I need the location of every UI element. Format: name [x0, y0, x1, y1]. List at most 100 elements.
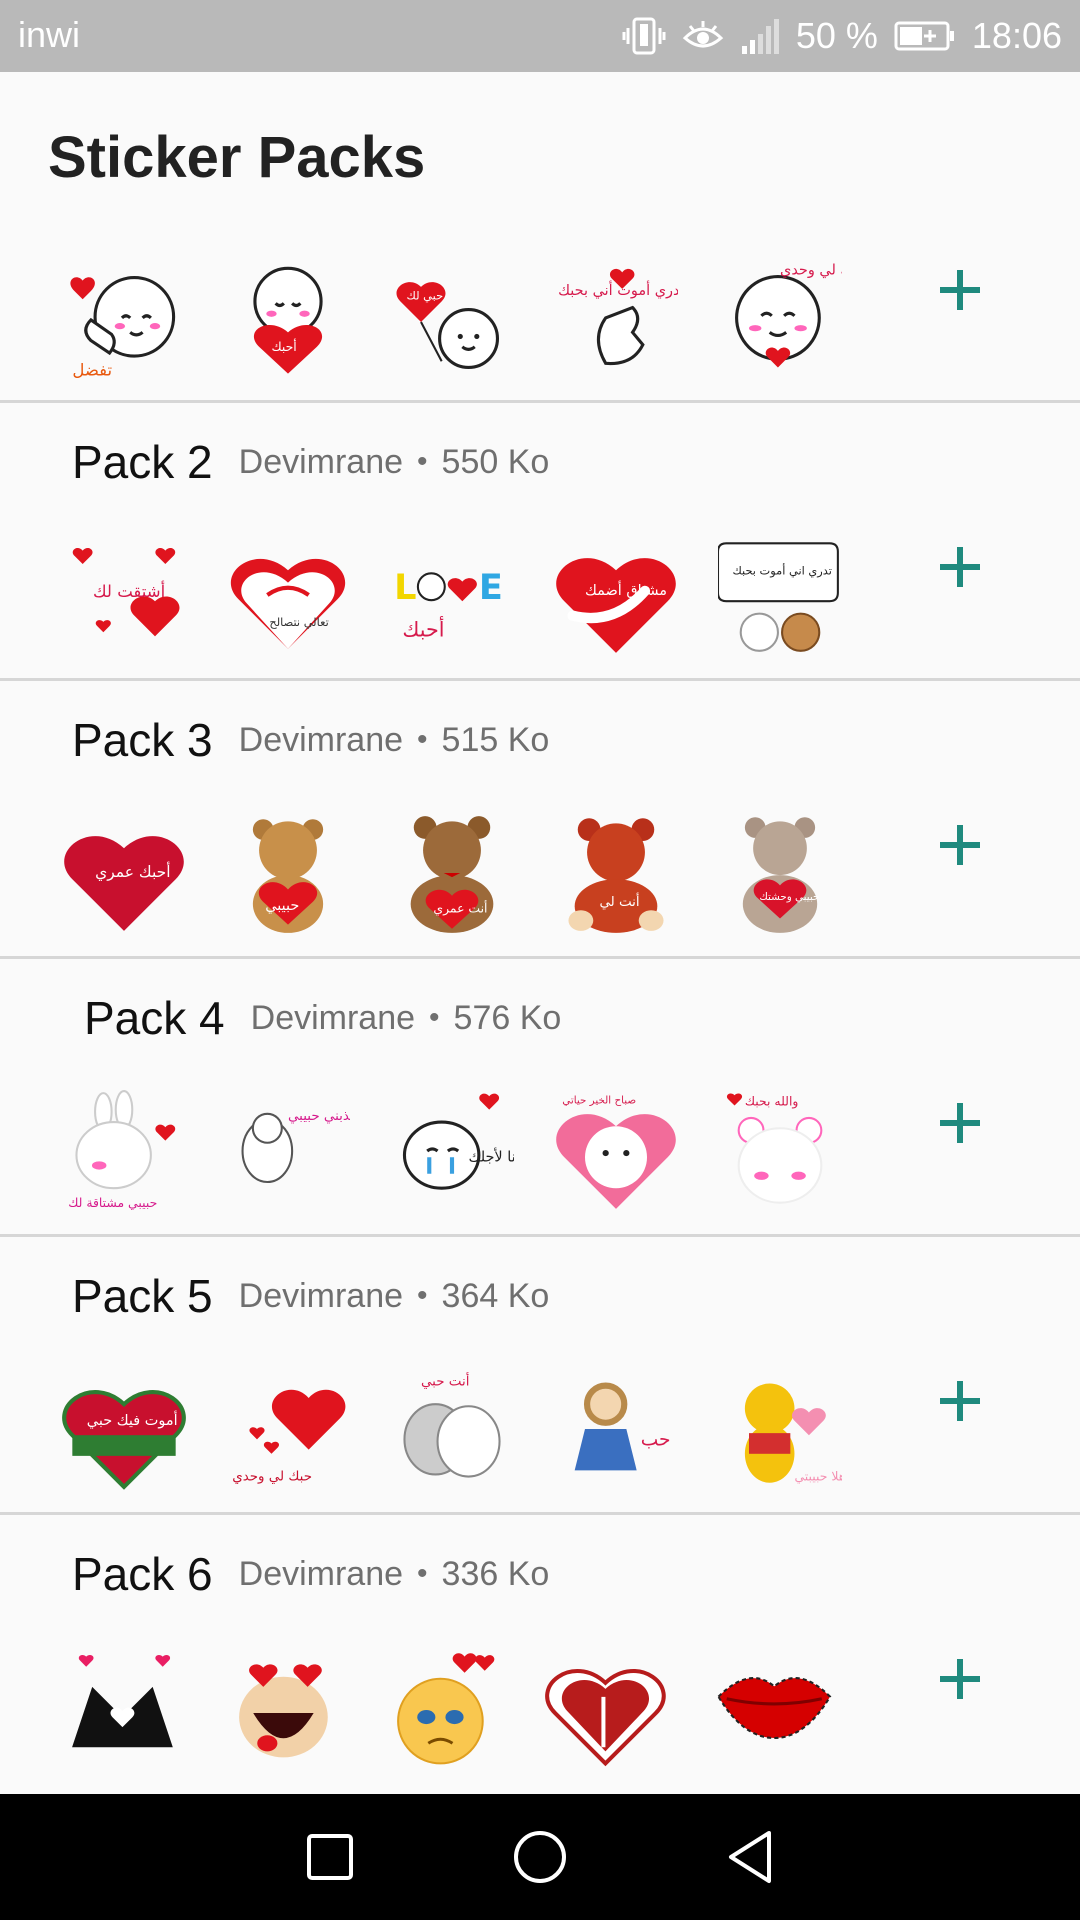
- svg-text:أنت لي: أنت لي: [599, 892, 639, 910]
- add-to-whatsapp-button[interactable]: [920, 1639, 1000, 1719]
- pack-name: Pack 4: [84, 992, 225, 1044]
- bears-speech-bubble-sticker: تدري اني أموت بحبك: [718, 542, 839, 652]
- pack-size: 336 Ko: [441, 1554, 550, 1593]
- pinky-promise-heart-sticker: تعالي نتصالح: [230, 558, 346, 649]
- pooh-heart-sticker: أهلا حبيبتي: [744, 1383, 842, 1484]
- pack-header: Pack 4 Devimrane • 576 Ko: [84, 983, 561, 1053]
- separator-dot: •: [417, 1557, 428, 1590]
- pack-author: Devimrane: [238, 442, 404, 481]
- svg-text:حبي لك: حبي لك: [407, 288, 444, 302]
- add-to-whatsapp-button[interactable]: [920, 527, 1000, 607]
- svg-text:أنت عمري: أنت عمري: [433, 899, 487, 916]
- separator-dot: •: [429, 1001, 440, 1034]
- hands-heart-sticker: [72, 1654, 173, 1748]
- svg-text:أحبك: أحبك: [271, 338, 296, 354]
- back-icon: [729, 1831, 771, 1883]
- bunny-kiss-sticker: حبيبي مشتاقة لك: [68, 1090, 176, 1210]
- heart-eyes-face-sticker: [238, 1664, 328, 1758]
- add-to-whatsapp-button[interactable]: [920, 1083, 1000, 1163]
- pack-size: 550 Ko: [441, 442, 550, 481]
- pack-author: Devimrane: [238, 1554, 404, 1593]
- svg-text:وأنا لأجلك: وأنا لأجلك: [469, 1146, 514, 1165]
- svg-text:تدري اني أموت بحبك: تدري اني أموت بحبك: [732, 562, 831, 578]
- divider: [0, 1512, 1080, 1515]
- svg-text:حبك لي وحدي: حبك لي وحدي: [232, 1470, 312, 1485]
- pack-header: Pack 5 Devimrane • 364 Ko: [72, 1261, 549, 1331]
- sticker-row: [62, 1645, 842, 1769]
- love-text-sticker: L E أحبك: [394, 567, 503, 641]
- hug-heart-sticker: مشتاق أضمك: [556, 558, 676, 653]
- svg-text:أحبك عمري: أحبك عمري: [95, 861, 170, 882]
- separator-dot: •: [417, 723, 428, 756]
- plus-icon: [940, 1103, 980, 1143]
- plus-icon: [940, 1381, 980, 1421]
- big-red-heart-sticker: حبك لي وحدي: [232, 1389, 346, 1485]
- finger-heart-sticker: تدري أموت أني بحبك: [558, 268, 678, 366]
- plus-icon: [940, 547, 980, 587]
- carrier-name: inwi: [18, 14, 81, 55]
- recents-button[interactable]: [300, 1827, 360, 1887]
- pack-name: Pack 6: [72, 1548, 213, 1600]
- svg-text:حبيبي مشتاقة لك: حبيبي مشتاقة لك: [68, 1195, 157, 1210]
- back-button[interactable]: [720, 1827, 780, 1887]
- divider: [0, 1234, 1080, 1237]
- red-teddy-sticker: أنت لي: [568, 818, 664, 933]
- add-to-whatsapp-button[interactable]: [920, 250, 1000, 330]
- teddy-heart-sticker: حبيبي: [252, 819, 324, 933]
- svg-text:أهلا حبيبتي: أهلا حبيبتي: [794, 1468, 842, 1484]
- home-icon: [514, 1831, 566, 1883]
- plus-icon: [940, 270, 980, 310]
- cats-hug-sticker: أنت حبي: [403, 1372, 501, 1478]
- svg-text:تفضل: تفضل: [72, 361, 112, 380]
- home-button[interactable]: [510, 1827, 570, 1887]
- sticker-row: أحبك عمري حبيبي أنت عمري أنت لي حبيبي وح…: [62, 811, 842, 935]
- signal-icon: [740, 16, 780, 56]
- shy-heart-sticker: حبك لي وحدي: [735, 262, 842, 368]
- crying-emoji-sticker: [396, 1653, 495, 1765]
- clock: 18:06: [971, 15, 1062, 56]
- cute-bear-sticker: والله بحبك: [726, 1093, 823, 1204]
- pack-header: Pack 2 Devimrane • 550 Ko: [72, 427, 549, 497]
- svg-text:والله بحبك: والله بحبك: [745, 1094, 799, 1110]
- svg-text:أشتقت لك: أشتقت لك: [93, 580, 165, 601]
- svg-text:صباح الخير حياتي: صباح الخير حياتي: [562, 1094, 636, 1106]
- thumbs-up-heart-sticker: تفضل: [70, 276, 176, 380]
- add-to-whatsapp-button[interactable]: [920, 1361, 1000, 1441]
- svg-text:أحبك: أحبك: [402, 615, 444, 641]
- red-lips-sticker: [716, 1677, 831, 1740]
- divider: [0, 400, 1080, 403]
- navigation-bar: [0, 1794, 1080, 1920]
- pack-header: Pack 6 Devimrane • 336 Ko: [72, 1539, 549, 1609]
- crying-blob-sticker: وأنا لأجلك: [402, 1093, 514, 1190]
- separator-dot: •: [417, 1279, 428, 1312]
- vibrate-icon: [622, 16, 666, 56]
- plus-icon: [940, 825, 980, 865]
- add-to-whatsapp-button[interactable]: [920, 805, 1000, 885]
- divider: [0, 956, 1080, 959]
- girl-flowers-sticker: حب: [574, 1382, 671, 1471]
- sticker-row: أشتقت لك تعالي نتصالح L E أحبك مشتاق أضم…: [62, 533, 842, 657]
- status-icons: 50 % 18:06: [622, 12, 1062, 60]
- sticker-row: حبيبي مشتاقة لك أنا لي عذبني حبيبي وأنا …: [62, 1089, 842, 1213]
- svg-text:E: E: [479, 567, 503, 608]
- pack-header: Pack 3 Devimrane • 515 Ko: [72, 705, 549, 775]
- hearts-cluster-sticker: أشتقت لك: [72, 547, 180, 637]
- svg-text:أنا لي عذبني حبيبي: أنا لي عذبني حبيبي: [288, 1106, 350, 1124]
- pack-name: Pack 3: [72, 714, 213, 766]
- svg-text:تدري أموت أني بحبك: تدري أموت أني بحبك: [558, 280, 678, 299]
- svg-text:حبيبي: حبيبي: [265, 898, 299, 914]
- kiss-silhouette-sticker: [544, 1669, 666, 1767]
- battery-percent: 50 %: [795, 15, 878, 56]
- pack-author: Devimrane: [250, 998, 416, 1037]
- grey-teddy-sticker: حبيبي وحشتك: [742, 817, 819, 933]
- svg-text:مشتاق أضمك: مشتاق أضمك: [585, 580, 667, 599]
- plush-heart-sticker: أحبك عمري: [64, 836, 184, 931]
- svg-text:أموت فيك حبي: أموت فيك حبي: [87, 1410, 178, 1429]
- pack-size: 515 Ko: [441, 720, 550, 759]
- divider: [0, 678, 1080, 681]
- ribbon-heart-sticker: أموت فيك حبي: [62, 1390, 186, 1490]
- holding-heart-sticker: أحبك: [253, 266, 323, 374]
- separator-dot: •: [417, 445, 428, 478]
- svg-text:حبيبي وحشتك: حبيبي وحشتك: [759, 891, 819, 903]
- plus-icon: [940, 1659, 980, 1699]
